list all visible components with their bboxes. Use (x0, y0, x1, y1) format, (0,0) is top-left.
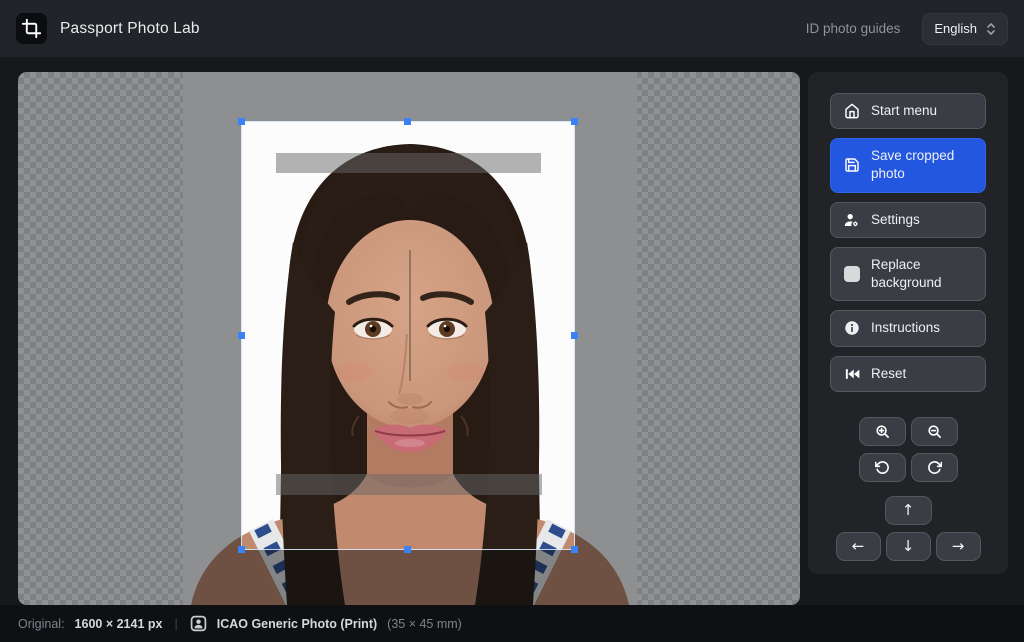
crown-guide-bar (276, 153, 541, 173)
original-size-value: 1600 × 2141 px (75, 617, 163, 631)
start-menu-label: Start menu (871, 102, 973, 120)
move-left-button[interactable]: ← (836, 532, 881, 561)
format-dimensions: (35 × 45 mm) (387, 617, 462, 631)
replace-background-label: Replace background (871, 256, 973, 292)
crop-handle-middle-left[interactable] (238, 332, 245, 339)
instructions-button[interactable]: Instructions (830, 310, 986, 346)
status-bar: Original: 1600 × 2141 px | ICAO Generic … (0, 605, 1024, 642)
crop-handle-bottom-right[interactable] (571, 546, 578, 553)
arrow-right-icon: → (952, 537, 965, 555)
save-floppy-icon (843, 157, 860, 173)
header-bar: Passport Photo Lab ID photo guides Engli… (0, 0, 1024, 57)
reset-button[interactable]: Reset (830, 356, 986, 392)
crop-handle-bottom-middle[interactable] (404, 546, 411, 553)
crop-handle-top-left[interactable] (238, 118, 245, 125)
move-right-button[interactable]: → (936, 532, 981, 561)
crop-rectangle[interactable] (241, 121, 575, 550)
rotate-ccw-icon (875, 460, 890, 475)
rotate-right-button[interactable] (911, 453, 958, 482)
updown-chevron-icon (986, 22, 996, 36)
crop-icon (22, 19, 41, 38)
face-center-line (409, 250, 411, 381)
id-photo-guides-link[interactable]: ID photo guides (806, 21, 901, 36)
chin-guide-bar (276, 474, 542, 495)
user-gear-icon (843, 212, 860, 228)
app-logo (16, 13, 47, 44)
replace-background-button[interactable]: Replace background (830, 247, 986, 301)
rotate-left-button[interactable] (859, 453, 906, 482)
passport-photo-lab-window: Passport Photo Lab ID photo guides Engli… (0, 0, 1024, 642)
home-icon (843, 103, 860, 119)
save-cropped-photo-button[interactable]: Save cropped photo (830, 138, 986, 192)
tools-sidebar: Start menu Save cropped photo Settings R… (808, 72, 1008, 574)
crop-handle-bottom-left[interactable] (238, 546, 245, 553)
language-value: English (934, 21, 977, 36)
move-down-button[interactable]: ↓ (886, 532, 931, 561)
crop-handle-top-middle[interactable] (404, 118, 411, 125)
arrow-down-icon: ↓ (902, 537, 915, 555)
portrait-format-icon (190, 615, 207, 632)
start-menu-button[interactable]: Start menu (830, 93, 986, 129)
magnifier-plus-icon (875, 424, 890, 439)
editor-canvas[interactable] (18, 72, 800, 605)
zoom-in-button[interactable] (859, 417, 906, 446)
settings-button[interactable]: Settings (830, 202, 986, 238)
save-cropped-photo-label: Save cropped photo (871, 147, 973, 183)
reset-label: Reset (871, 365, 973, 383)
arrow-up-icon: ↑ (902, 501, 915, 519)
page-title: Passport Photo Lab (60, 20, 200, 38)
status-separator: | (172, 617, 179, 631)
canvas-controls: ↑ ← ↓ → (830, 417, 986, 561)
crop-handle-top-right[interactable] (571, 118, 578, 125)
format-name: ICAO Generic Photo (Print) (217, 617, 377, 631)
move-up-button[interactable]: ↑ (885, 496, 932, 525)
magnifier-minus-icon (927, 424, 942, 439)
instructions-label: Instructions (871, 319, 973, 337)
background-swatch-icon (843, 266, 860, 282)
crop-handle-middle-right[interactable] (571, 332, 578, 339)
rewind-icon (843, 367, 860, 381)
settings-label: Settings (871, 211, 973, 229)
info-icon (843, 320, 860, 336)
original-label: Original: (18, 617, 65, 631)
rotate-cw-icon (927, 460, 942, 475)
arrow-left-icon: ← (852, 537, 865, 555)
language-select[interactable]: English (922, 13, 1008, 45)
zoom-out-button[interactable] (911, 417, 958, 446)
